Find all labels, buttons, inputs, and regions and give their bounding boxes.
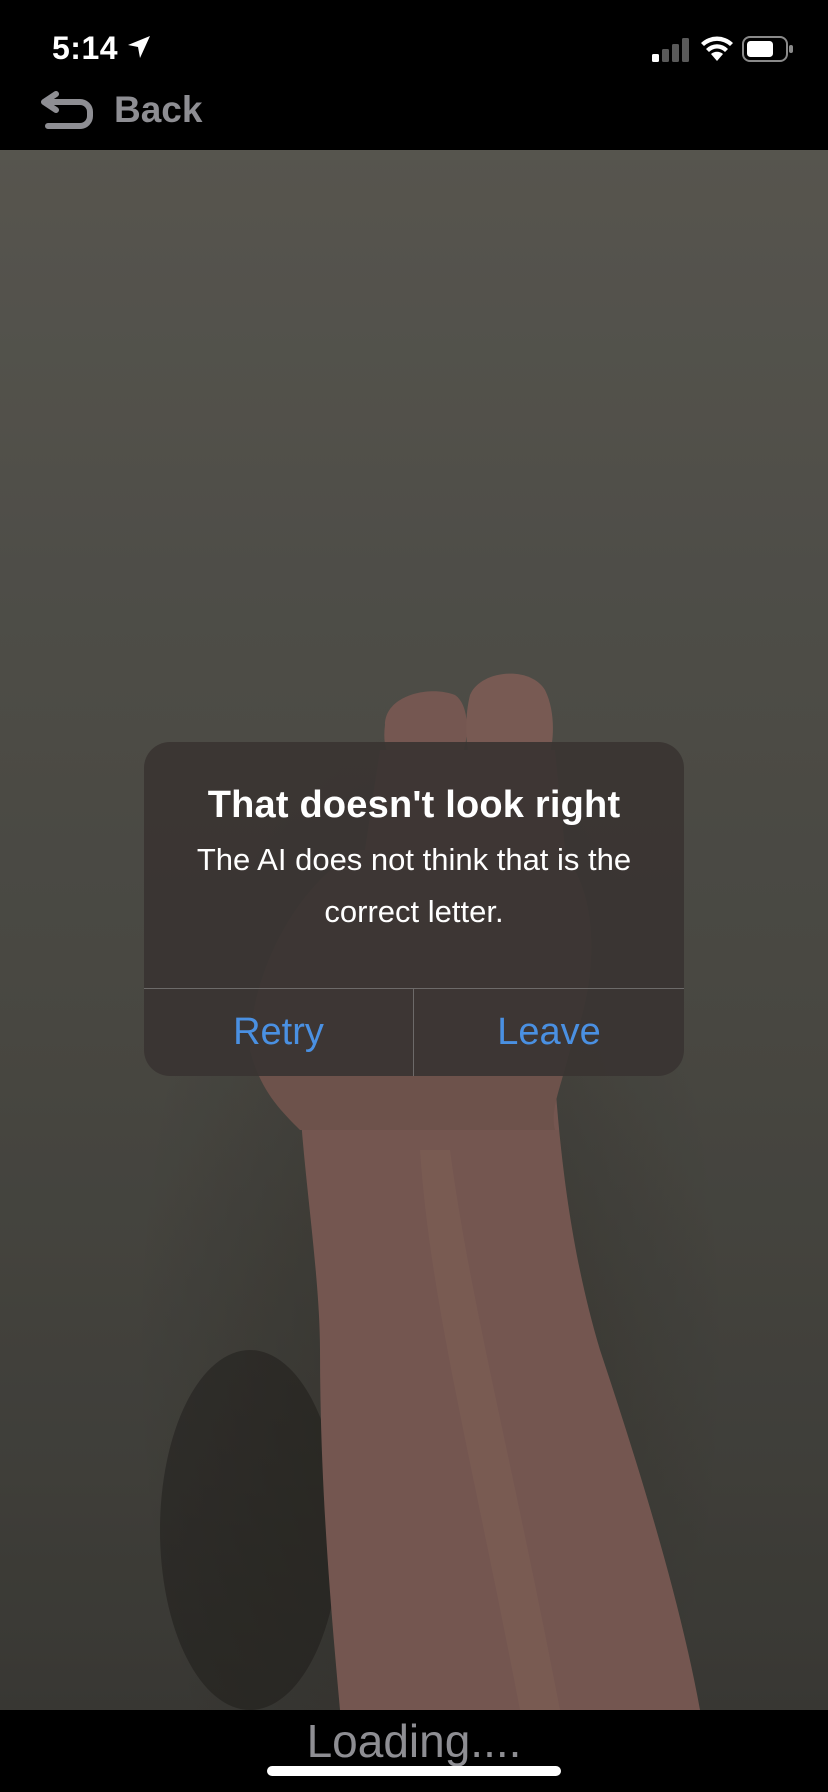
location-arrow-icon [128, 36, 150, 58]
return-arrow-icon [41, 91, 93, 129]
leave-button[interactable]: Leave [414, 989, 684, 1076]
loading-text: Loading.... [306, 1715, 522, 1767]
retry-button[interactable]: Retry [144, 989, 413, 1076]
home-indicator[interactable] [267, 1766, 561, 1776]
alert-dialog: That doesn't look right The AI does not … [144, 742, 684, 1076]
status-bar: 5:14 [0, 0, 828, 100]
cellular-signal-icon [652, 38, 689, 62]
battery-icon [742, 36, 793, 62]
alert-message: The AI does not think that is the correc… [196, 842, 632, 929]
wifi-icon [701, 36, 733, 61]
alert-title: That doesn't look right [207, 784, 621, 826]
back-label: Back [114, 89, 203, 130]
status-time: 5:14 [52, 30, 119, 66]
camera-screen: 5:14 Back That doesn't look right The AI… [0, 0, 828, 1792]
back-button[interactable]: Back [40, 86, 202, 134]
